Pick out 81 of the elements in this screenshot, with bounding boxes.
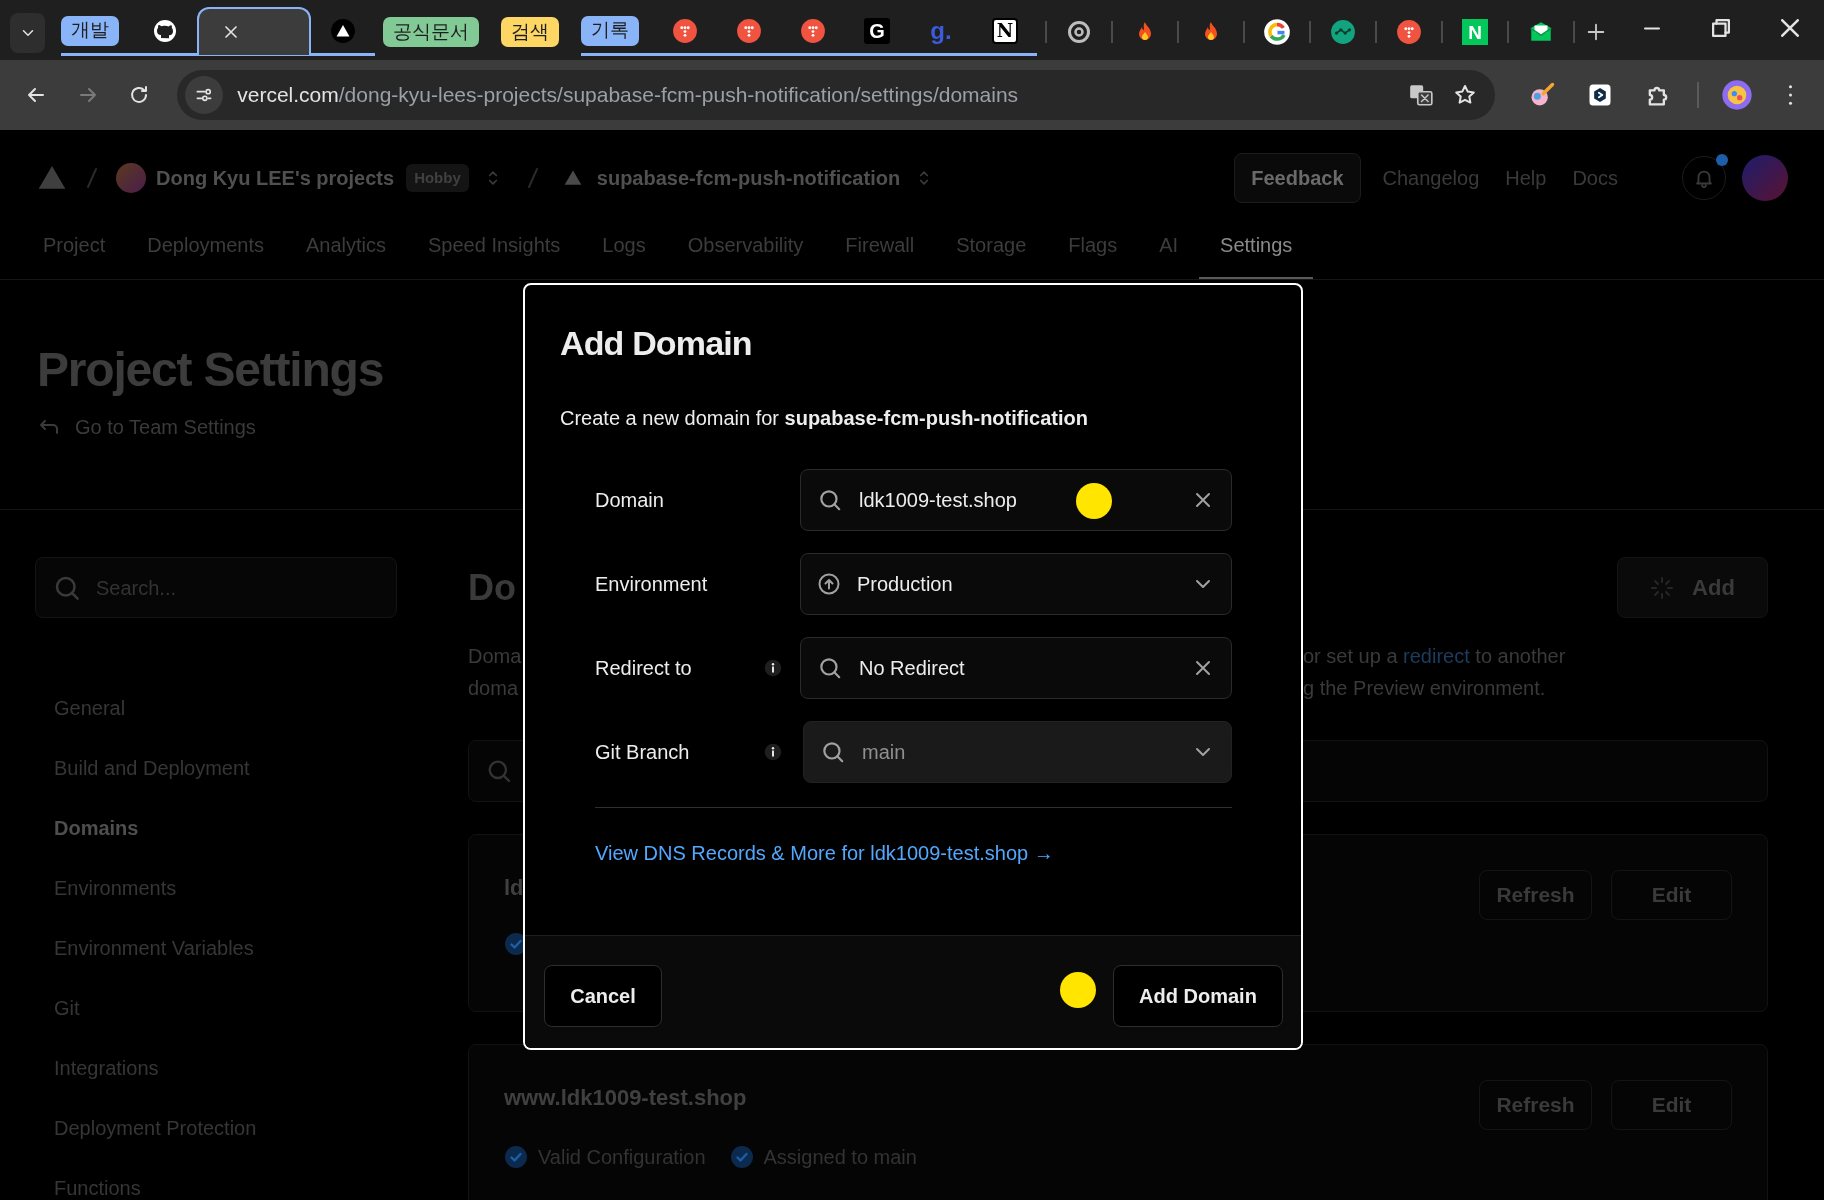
description-text: doma — [468, 676, 519, 701]
dialog-subtitle: Create a new domain for supabase-fcm-push-notification — [560, 406, 1089, 431]
sidebar-item[interactable]: Domains — [35, 811, 397, 845]
redirect-link[interactable]: redirect — [1403, 645, 1470, 667]
nav-tab[interactable]: Storage — [935, 226, 1048, 279]
minimize-icon — [1643, 26, 1660, 30]
avatar-icon — [116, 163, 146, 193]
field-label: Domain — [595, 488, 664, 513]
back-link[interactable]: Go to Team Settings — [37, 412, 256, 442]
nav-tab[interactable]: Project — [22, 226, 127, 279]
avatar-icon — [1721, 79, 1754, 111]
tab-favicon: N — [1462, 19, 1488, 45]
url-text: vercel.com/dong-kyu-lees-projects/supabase-fcm-push-notification/settings/domains — [237, 82, 1019, 109]
description-text: g the Preview environment. — [1303, 676, 1547, 701]
domain-name[interactable]: www.ldk1009-test.shop — [504, 1081, 917, 1114]
translate-icon — [1408, 82, 1435, 108]
nav-tab[interactable]: Analytics — [284, 226, 407, 279]
nav-tab[interactable]: AI — [1138, 226, 1200, 279]
header-link[interactable]: Help — [1505, 163, 1547, 193]
section-heading: Do — [468, 565, 516, 610]
ring-icon — [1067, 20, 1091, 44]
environment-select[interactable]: Production — [800, 553, 1232, 615]
description-text: Doma — [468, 644, 522, 669]
kebab-menu-icon — [1787, 85, 1793, 105]
add-domain-button[interactable]: Add Domain — [1113, 965, 1283, 1027]
ring-icon — [1263, 18, 1291, 46]
browser-tab[interactable] — [197, 6, 311, 55]
cat-icon — [153, 18, 177, 43]
tab-group-chip[interactable]: 검색 — [501, 17, 559, 47]
tab-group-chip[interactable]: 개발 — [61, 15, 119, 46]
info-icon[interactable] — [764, 659, 782, 677]
nav-tab[interactable]: Flags — [1047, 226, 1139, 279]
browser-tab[interactable]: G — [845, 6, 909, 55]
page-title: Project Settings — [37, 342, 384, 398]
field-label: Redirect to — [595, 656, 692, 681]
triangle-icon — [562, 168, 583, 188]
spinner-icon — [1650, 575, 1675, 600]
dots-icon — [800, 17, 826, 44]
tab-favicon: g. — [929, 17, 953, 44]
search-field[interactable]: No Redirect — [800, 637, 1232, 699]
restore-icon — [1711, 19, 1730, 37]
team-name[interactable]: Dong Kyu LEE's projects — [156, 163, 395, 193]
tab-group-chip[interactable]: 공식문서 — [383, 17, 479, 47]
tab-favicon: N — [992, 17, 1018, 44]
dots-icon — [1396, 19, 1422, 45]
tab-group-chip[interactable]: 기록 — [581, 15, 639, 46]
address-bar[interactable]: vercel.com/dong-kyu-lees-projects/supabase-fcm-push-notification/settings/domains — [177, 70, 1496, 120]
close-icon — [1780, 19, 1799, 37]
browser-tab[interactable]: N — [1443, 8, 1507, 56]
nav-tab[interactable]: Settings — [1199, 226, 1314, 279]
dialog-title: Add Domain — [560, 323, 753, 364]
plus-icon — [1585, 21, 1607, 43]
star-icon — [1453, 83, 1478, 107]
search-icon — [817, 655, 843, 681]
info-icon[interactable] — [764, 743, 782, 761]
site-info-button[interactable] — [185, 76, 224, 114]
search-icon — [817, 487, 843, 513]
header-link[interactable]: Docs — [1572, 163, 1618, 193]
nav-tab[interactable]: Speed Insights — [407, 226, 582, 279]
description-text: or set up a redirect to another — [1303, 644, 1567, 669]
header-link[interactable]: Changelog — [1382, 163, 1480, 193]
dns-records-link[interactable]: View DNS Records & More for ldk1009-test.shop → — [595, 838, 1054, 868]
search-icon — [820, 739, 846, 765]
search-field[interactable]: ldk1009-test.shop — [800, 469, 1232, 531]
nav-tab[interactable]: Observability — [666, 226, 825, 279]
nav-tab[interactable]: Deployments — [126, 226, 285, 279]
project-name[interactable]: supabase-fcm-push-notification — [596, 163, 901, 193]
dots-icon — [736, 17, 762, 44]
browser-tab[interactable]: N — [973, 6, 1037, 55]
tab-favicon: G — [864, 17, 890, 44]
nav-tab[interactable]: Logs — [581, 226, 667, 279]
feedback-button[interactable]: Feedback — [1234, 153, 1361, 203]
cancel-button[interactable]: Cancel — [544, 965, 662, 1027]
field-label: Environment — [595, 572, 708, 597]
branch-combobox[interactable]: main — [803, 721, 1232, 783]
nav-tab[interactable]: Firewall — [824, 226, 936, 279]
arrow-up-circle-icon — [817, 572, 841, 596]
network-icon — [1330, 19, 1356, 45]
dots-icon — [672, 17, 698, 44]
field-label: Git Branch — [595, 740, 690, 765]
browser-tab[interactable]: g. — [909, 6, 973, 55]
